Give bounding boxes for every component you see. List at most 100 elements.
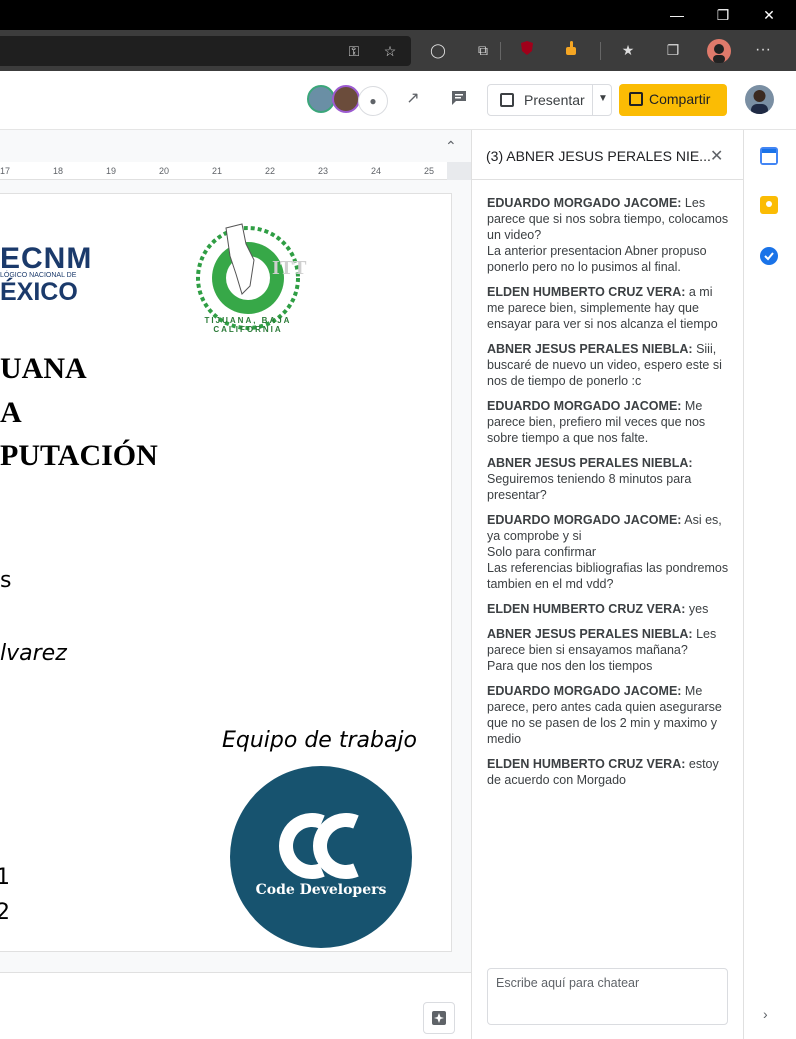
chat-messages: EDUARDO MORGADO JACOME: Les parece que s… — [487, 195, 732, 797]
chat-title: (3) ABNER JESUS PERALES NIE... — [486, 148, 711, 164]
browser-toolbar: ⚿ ☆ ◯ ⧉ ★ ❐ ··· — [0, 30, 796, 71]
present-label: Presentar — [524, 92, 585, 108]
ruler-tick: 17 — [0, 166, 11, 176]
message-author: ABNER JESUS PERALES NIEBLA: — [487, 627, 693, 641]
side-panel: › — [743, 130, 796, 1039]
title-line-2: A — [0, 396, 22, 429]
calendar-icon[interactable] — [760, 147, 778, 165]
more-icon[interactable]: ··· — [753, 40, 773, 60]
toolbar-divider — [500, 42, 501, 60]
ruler-tick: 24 — [371, 166, 382, 176]
collections-icon[interactable]: ❐ — [663, 40, 683, 60]
message-author: ABNER JESUS PERALES NIEBLA: — [487, 342, 693, 356]
chat-message: ABNER JESUS PERALES NIEBLA: Siii, buscar… — [487, 341, 732, 389]
ruler-tick: 23 — [318, 166, 329, 176]
ruler-tick: 19 — [106, 166, 117, 176]
profile-icon[interactable] — [707, 39, 731, 63]
keep-icon[interactable] — [760, 196, 778, 214]
chat-message: EDUARDO MORGADO JACOME: Les parece que s… — [487, 195, 732, 275]
favorites-icon[interactable]: ★ — [618, 40, 638, 60]
ruler-tick: 18 — [53, 166, 64, 176]
message-text: yes — [685, 602, 709, 616]
share-button[interactable]: Compartir — [619, 84, 727, 116]
message-author: EDUARDO MORGADO JACOME: — [487, 513, 682, 527]
chat-message: EDUARDO MORGADO JACOME: Asi es, ya compr… — [487, 512, 732, 592]
ublock-icon[interactable] — [517, 40, 537, 60]
title-line-1: UANA — [0, 352, 87, 385]
ruler-tick: 22 — [265, 166, 276, 176]
text-fragment-alvarez: lvarez — [0, 641, 67, 666]
docs-toolbar: ● ↗ Presentar ▼ Compartir — [0, 71, 796, 130]
close-icon[interactable]: ✕ — [710, 146, 723, 166]
close-icon[interactable]: ✕ — [758, 5, 780, 25]
message-author: ELDEN HUMBERTO CRUZ VERA: — [487, 285, 686, 299]
window-titlebar: — ❐ ✕ — [0, 0, 796, 30]
chat-message: EDUARDO MORGADO JACOME: Me parece bien, … — [487, 398, 732, 446]
collaborator-avatar[interactable] — [307, 85, 335, 113]
chevron-right-icon[interactable]: › — [763, 1006, 768, 1022]
tecnm-logo-line1: ECNM — [0, 242, 93, 275]
message-line: Para que nos den los tiempos — [487, 659, 653, 673]
ruler-tick: 20 — [159, 166, 170, 176]
bottom-bar — [0, 972, 471, 1039]
explore-icon — [432, 1011, 446, 1025]
present-divider — [592, 85, 593, 115]
chat-message: ELDEN HUMBERTO CRUZ VERA: a mi me parece… — [487, 284, 732, 332]
message-author: ABNER JESUS PERALES NIEBLA: — [487, 456, 693, 470]
view-all-collaborators-icon[interactable]: ● — [358, 86, 388, 116]
chat-message: ABNER JESUS PERALES NIEBLA: Les parece b… — [487, 626, 732, 674]
chat-message: EDUARDO MORGADO JACOME: Me parece, pero … — [487, 683, 732, 747]
present-button[interactable]: Presentar ▼ — [487, 84, 612, 116]
key-icon[interactable]: ⚿ — [344, 41, 364, 61]
chevron-down-icon[interactable]: ▼ — [598, 93, 608, 104]
chat-message: ABNER JESUS PERALES NIEBLA: Seguiremos t… — [487, 455, 732, 503]
chat-header: (3) ABNER JESUS PERALES NIE... ✕ — [472, 130, 744, 180]
seal-letters: ITT — [272, 257, 307, 279]
seal-text: TIJUANA, BAJA CALIFORNIA — [204, 316, 292, 334]
chat-message: ELDEN HUMBERTO CRUZ VERA: estoy de acuer… — [487, 756, 732, 788]
comment-icon[interactable] — [449, 89, 469, 109]
ruler: 17 18 19 20 21 22 23 24 25 — [0, 162, 471, 180]
restore-icon[interactable]: ❐ — [712, 5, 734, 25]
ruler-margin — [447, 162, 471, 180]
message-author: EDUARDO MORGADO JACOME: — [487, 196, 682, 210]
circle-icon[interactable]: ◯ — [428, 40, 448, 60]
minimize-icon[interactable]: — — [666, 5, 688, 25]
collaborator-avatar[interactable] — [332, 85, 360, 113]
ruler-tick: 25 — [424, 166, 435, 176]
explore-button[interactable] — [423, 1002, 455, 1034]
message-line: Las referencias bibliografias las pondre… — [487, 561, 729, 591]
ruler-tick: 21 — [212, 166, 223, 176]
message-author: EDUARDO MORGADO JACOME: — [487, 399, 682, 413]
message-text: Seguiremos teniendo 8 minutos para prese… — [487, 472, 692, 502]
message-author: ELDEN HUMBERTO CRUZ VERA: — [487, 602, 686, 616]
lock-icon — [629, 92, 643, 106]
activity-trend-icon[interactable]: ↗ — [403, 89, 423, 109]
account-avatar[interactable] — [745, 85, 774, 114]
message-line: La anterior presentacion Abner propuso p… — [487, 244, 707, 274]
address-bar[interactable]: ⚿ ☆ — [0, 36, 411, 66]
extension-icon[interactable]: ⧉ — [473, 40, 493, 60]
message-line: Solo para confirmar — [487, 545, 597, 559]
document-area: ⌃ 17 18 19 20 21 22 23 24 25 ECNM LÓGICO… — [0, 130, 471, 1039]
message-author: EDUARDO MORGADO JACOME: — [487, 684, 682, 698]
thumbs-up-icon[interactable] — [561, 40, 581, 60]
text-fragment-1: 1 — [0, 865, 10, 890]
tasks-icon[interactable] — [760, 247, 778, 265]
chat-message: ELDEN HUMBERTO CRUZ VERA: yes — [487, 601, 732, 617]
chat-input[interactable]: Escribe aquí para chatear — [487, 968, 728, 1025]
star-icon[interactable]: ☆ — [380, 41, 400, 61]
team-logo: Code Developers — [230, 766, 412, 948]
share-label: Compartir — [649, 91, 711, 107]
toolbar-divider — [600, 42, 601, 60]
chat-panel: (3) ABNER JESUS PERALES NIE... ✕ EDUARDO… — [471, 130, 744, 1039]
chevron-up-icon[interactable]: ⌃ — [445, 138, 457, 155]
text-fragment-s: s — [0, 568, 12, 593]
document-page[interactable]: ECNM LÓGICO NACIONAL DE ÉXICO ITT TIJUAN… — [0, 194, 451, 951]
message-author: ELDEN HUMBERTO CRUZ VERA: — [487, 757, 686, 771]
tecnm-logo-line3: ÉXICO — [0, 278, 78, 306]
present-icon — [500, 93, 514, 107]
text-fragment-2: 2 — [0, 900, 10, 925]
title-line-3: PUTACIÓN — [0, 439, 158, 472]
itt-seal-logo: ITT TIJUANA, BAJA CALIFORNIA — [184, 216, 312, 334]
